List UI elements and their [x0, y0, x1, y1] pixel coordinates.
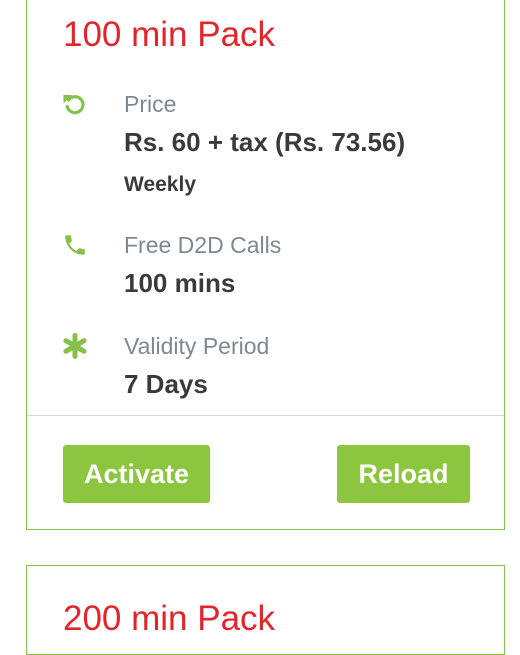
pack-title: 200 min Pack [63, 599, 276, 638]
asterisk-icon [62, 333, 88, 359]
divider [27, 415, 504, 416]
refresh-icon [62, 91, 88, 117]
activate-button[interactable]: Activate [63, 445, 210, 503]
pack-card: 100 min Pack Price Rs. 60 + tax (Rs. 73.… [26, 0, 505, 530]
phone-icon [62, 232, 88, 258]
pack-card: 200 min Pack [26, 565, 505, 655]
price-value: Rs. 60 + tax (Rs. 73.56) [124, 127, 406, 157]
reload-button[interactable]: Reload [337, 445, 470, 503]
calls-label: Free D2D Calls [124, 232, 282, 258]
price-period: Weekly [124, 173, 196, 196]
validity-value: 7 Days [124, 369, 208, 399]
calls-value: 100 mins [124, 268, 236, 298]
price-label: Price [124, 91, 177, 117]
pack-title: 100 min Pack [63, 15, 276, 54]
validity-label: Validity Period [124, 333, 270, 359]
